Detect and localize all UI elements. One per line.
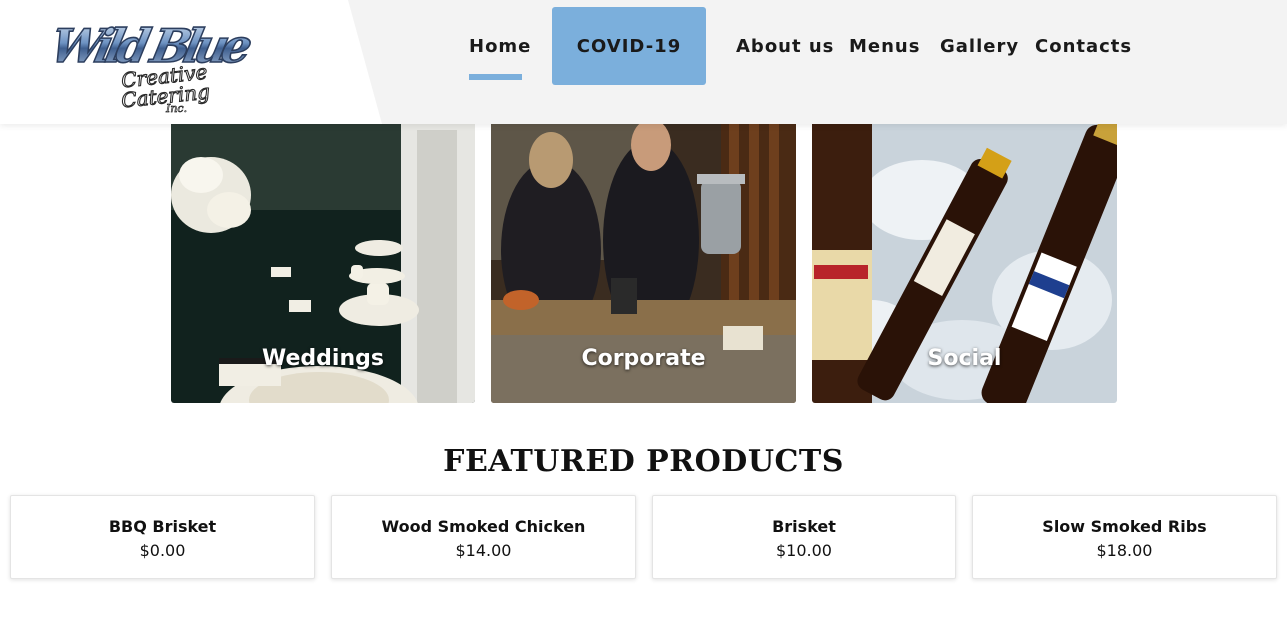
site-header: Wild Blue Creative Catering Inc. Home CO… [0, 0, 1287, 124]
logo-line4: Inc. [165, 102, 187, 115]
category-card-corporate[interactable]: Corporate [491, 100, 796, 403]
logo-graphic: Wild Blue Creative Catering Inc. [45, 18, 258, 116]
product-card[interactable]: BBQ Brisket $0.00 [10, 495, 315, 579]
product-name: Slow Smoked Ribs [1042, 517, 1207, 536]
nav-active-indicator [469, 74, 522, 80]
product-card[interactable]: Wood Smoked Chicken $14.00 [331, 495, 636, 579]
category-card-social[interactable]: Social [812, 100, 1117, 403]
nav-home[interactable]: Home [469, 36, 531, 57]
product-card[interactable]: Brisket $10.00 [652, 495, 956, 579]
category-card-weddings[interactable]: Weddings [171, 100, 475, 403]
nav-gallery[interactable]: Gallery [940, 36, 1019, 57]
product-price: $0.00 [139, 541, 186, 560]
nav-menus[interactable]: Menus [849, 36, 920, 57]
product-card[interactable]: Slow Smoked Ribs $18.00 [972, 495, 1277, 579]
nav-about-us[interactable]: About us [736, 36, 834, 57]
product-price: $10.00 [776, 541, 832, 560]
category-label-weddings: Weddings [262, 346, 384, 371]
nav-contacts[interactable]: Contacts [1035, 36, 1132, 57]
category-label-social: Social [927, 346, 1002, 371]
featured-products-heading: FEATURED PRODUCTS [443, 444, 844, 479]
product-price: $14.00 [455, 541, 512, 560]
category-label-corporate: Corporate [581, 346, 706, 371]
nav-covid-button[interactable]: COVID-19 [552, 7, 706, 85]
product-price: $18.00 [1096, 541, 1153, 560]
product-name: Wood Smoked Chicken [381, 517, 586, 536]
brand-logo[interactable]: Wild Blue Creative Catering Inc. [45, 6, 262, 116]
product-name: Brisket [772, 517, 836, 536]
product-name: BBQ Brisket [108, 517, 217, 536]
